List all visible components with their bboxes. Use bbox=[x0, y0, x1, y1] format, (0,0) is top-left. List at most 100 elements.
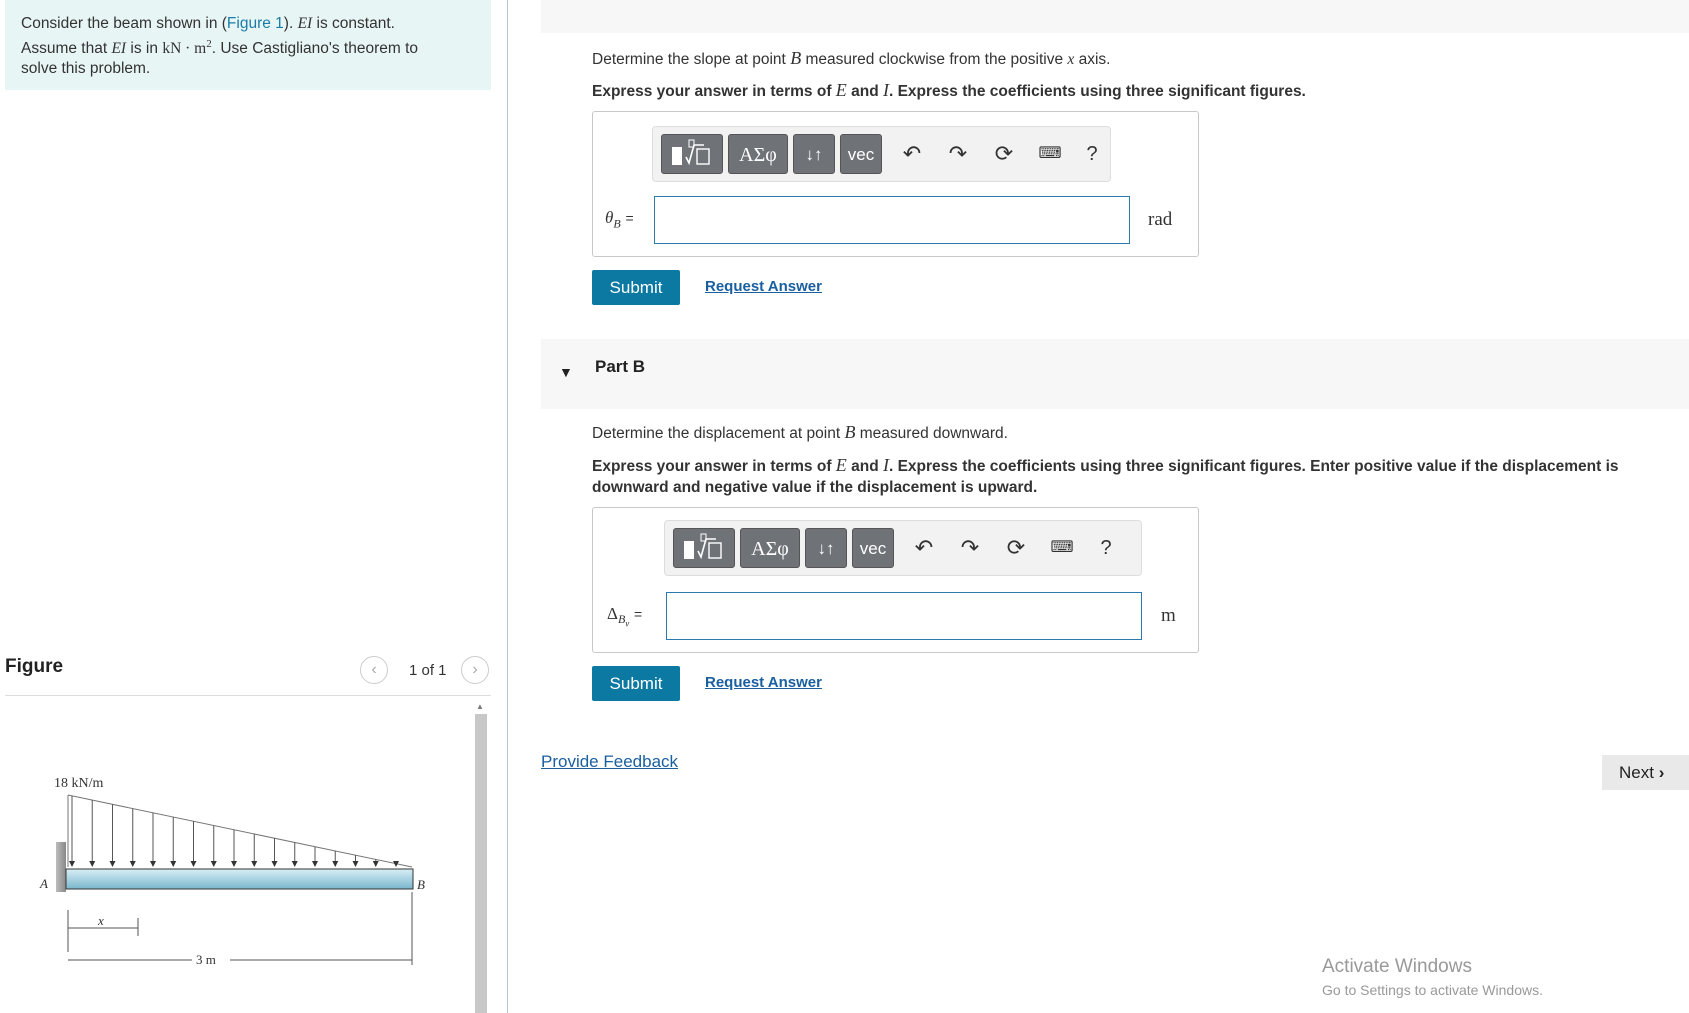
provide-feedback-link[interactable]: Provide Feedback bbox=[541, 752, 678, 772]
unit-label: m bbox=[1161, 605, 1176, 626]
load-arrow-head bbox=[352, 861, 359, 867]
units: kN · m bbox=[162, 40, 207, 58]
part-b-question: Determine the displacement at point B me… bbox=[592, 422, 1008, 443]
x-symbol: x bbox=[1067, 51, 1075, 68]
submit-button-part-a[interactable]: Submit bbox=[592, 270, 680, 305]
question-text: Determine the slope at point bbox=[592, 51, 786, 68]
problem-text: is constant. bbox=[316, 15, 395, 32]
instruction-text: downward and negative value if the displ… bbox=[592, 479, 1038, 496]
part-b-header[interactable]: ▼ Part B bbox=[541, 339, 1689, 409]
length-label: 3 m bbox=[196, 952, 216, 967]
load-arrow-head bbox=[170, 861, 177, 867]
vec-button[interactable]: vec bbox=[840, 134, 882, 174]
next-button[interactable]: Next › bbox=[1602, 755, 1689, 790]
point-b-label: B bbox=[417, 877, 425, 892]
slope-answer-input[interactable] bbox=[654, 196, 1130, 244]
displacement-answer-input[interactable] bbox=[666, 592, 1142, 640]
vec-button[interactable]: vec bbox=[852, 528, 894, 568]
load-arrow-head bbox=[150, 861, 156, 867]
part-b-title: Part B bbox=[595, 357, 646, 376]
load-arrow-head bbox=[251, 861, 258, 867]
greek-button[interactable]: ΑΣφ bbox=[740, 528, 800, 568]
keyboard-icon[interactable]: ⌨ bbox=[1049, 533, 1075, 563]
math-toolbar: ΑΣφ ↓↑ vec ↶ ↷ ⟳ ⌨ ? bbox=[664, 520, 1142, 576]
load-arrow-head bbox=[291, 861, 298, 867]
reset-icon[interactable]: ⟳ bbox=[991, 139, 1017, 169]
load-outline bbox=[67, 794, 413, 868]
prev-figure-button[interactable]: ‹ bbox=[360, 656, 388, 684]
load-arrow-head bbox=[89, 861, 96, 867]
question-text: measured downward. bbox=[859, 425, 1008, 442]
load-arrow-head bbox=[332, 861, 339, 867]
undo-icon[interactable]: ↶ bbox=[899, 139, 925, 169]
question-text: axis. bbox=[1078, 51, 1111, 68]
greek-button[interactable]: ΑΣφ bbox=[728, 134, 788, 174]
beam bbox=[65, 868, 414, 890]
instruction-text: Express your answer in terms of bbox=[592, 458, 832, 475]
chevron-right-icon: › bbox=[472, 661, 478, 678]
problem-text: Assume that bbox=[21, 40, 108, 58]
templates-icon bbox=[684, 533, 722, 560]
scroll-up-icon[interactable]: ▲ bbox=[476, 702, 484, 711]
delta-symbol: Δ bbox=[607, 604, 618, 623]
sort-button[interactable]: ↓↑ bbox=[793, 134, 835, 174]
part-a-instruction: Express your answer in terms of E and I.… bbox=[592, 80, 1306, 102]
part-b-answer-box: ΑΣφ ↓↑ vec ↶ ↷ ⟳ ⌨ ? ΔBv = m bbox=[592, 507, 1199, 653]
problem-statement: Consider the beam shown in (Figure 1). E… bbox=[5, 0, 491, 90]
problem-text: . Use Castigliano's theorem to bbox=[211, 40, 419, 58]
math-toolbar: ΑΣφ ↓↑ vec ↶ ↷ ⟳ ⌨ ? bbox=[652, 126, 1111, 182]
load-arrow-head bbox=[372, 861, 379, 867]
part-a-answer-box: ΑΣφ ↓↑ vec ↶ ↷ ⟳ ⌨ ? θB = rad bbox=[592, 111, 1199, 257]
unit-label: rad bbox=[1148, 209, 1173, 230]
templates-button[interactable] bbox=[661, 134, 723, 174]
load-arrow-head bbox=[231, 861, 237, 867]
keyboard-icon[interactable]: ⌨ bbox=[1037, 139, 1063, 169]
panel-divider bbox=[507, 0, 508, 1013]
ei-symbol: EI bbox=[297, 15, 313, 32]
load-arrow-head bbox=[129, 861, 136, 867]
question-text: Determine the displacement at point bbox=[592, 425, 841, 442]
load-arrow-head bbox=[312, 861, 318, 867]
instruction-text: and bbox=[851, 458, 879, 475]
figure-scrollbar[interactable]: ▲ bbox=[474, 700, 488, 1013]
undo-icon[interactable]: ↶ bbox=[911, 533, 937, 563]
label-subsubscript: v bbox=[625, 618, 630, 629]
e-symbol: E bbox=[835, 455, 847, 475]
request-answer-link-part-b[interactable]: Request Answer bbox=[705, 674, 822, 691]
windows-watermark-subtitle: Go to Settings to activate Windows. bbox=[1322, 982, 1543, 998]
problem-text: Consider the beam shown in ( bbox=[21, 15, 227, 32]
part-a-header bbox=[541, 0, 1689, 33]
templates-button[interactable] bbox=[673, 528, 735, 568]
load-arrow-head bbox=[190, 861, 197, 867]
figure-header: Figure ‹ 1 of 1 › bbox=[5, 650, 491, 696]
redo-icon[interactable]: ↷ bbox=[957, 533, 983, 563]
redo-icon[interactable]: ↷ bbox=[945, 139, 971, 169]
instruction-text: Express your answer in terms of bbox=[592, 83, 832, 100]
part-a-question: Determine the slope at point B measured … bbox=[592, 48, 1110, 69]
problem-text: solve this problem. bbox=[21, 60, 151, 78]
figure-link[interactable]: Figure 1 bbox=[227, 15, 284, 32]
problem-text: is in bbox=[130, 40, 158, 58]
sort-button[interactable]: ↓↑ bbox=[805, 528, 847, 568]
instruction-text: and bbox=[851, 83, 879, 100]
request-answer-link-part-a[interactable]: Request Answer bbox=[705, 278, 822, 295]
windows-watermark-title: Activate Windows bbox=[1322, 956, 1472, 977]
help-icon[interactable]: ? bbox=[1093, 533, 1119, 563]
load-arrow-head bbox=[210, 861, 217, 867]
help-icon[interactable]: ? bbox=[1079, 139, 1105, 169]
next-label: Next bbox=[1619, 763, 1654, 782]
caret-down-icon[interactable]: ▼ bbox=[559, 364, 573, 380]
beam-figure: 18 kN/m A B x 3 m bbox=[39, 776, 425, 967]
instruction-text: . Express the coefficients using three s… bbox=[888, 83, 1306, 100]
submit-button-part-b[interactable]: Submit bbox=[592, 666, 680, 701]
load-arrow-head bbox=[69, 861, 75, 867]
equals-sign: = bbox=[634, 606, 643, 622]
chevron-right-icon: › bbox=[1658, 763, 1665, 782]
next-figure-button[interactable]: › bbox=[461, 656, 489, 684]
reset-icon[interactable]: ⟳ bbox=[1003, 533, 1029, 563]
point-b-symbol: B bbox=[790, 48, 802, 68]
scrollbar-thumb[interactable] bbox=[475, 714, 487, 1013]
instruction-text: . Express the coefficients using three s… bbox=[888, 458, 1619, 475]
left-panel: Consider the beam shown in (Figure 1). E… bbox=[0, 0, 508, 1013]
point-b-symbol: B bbox=[844, 422, 856, 442]
